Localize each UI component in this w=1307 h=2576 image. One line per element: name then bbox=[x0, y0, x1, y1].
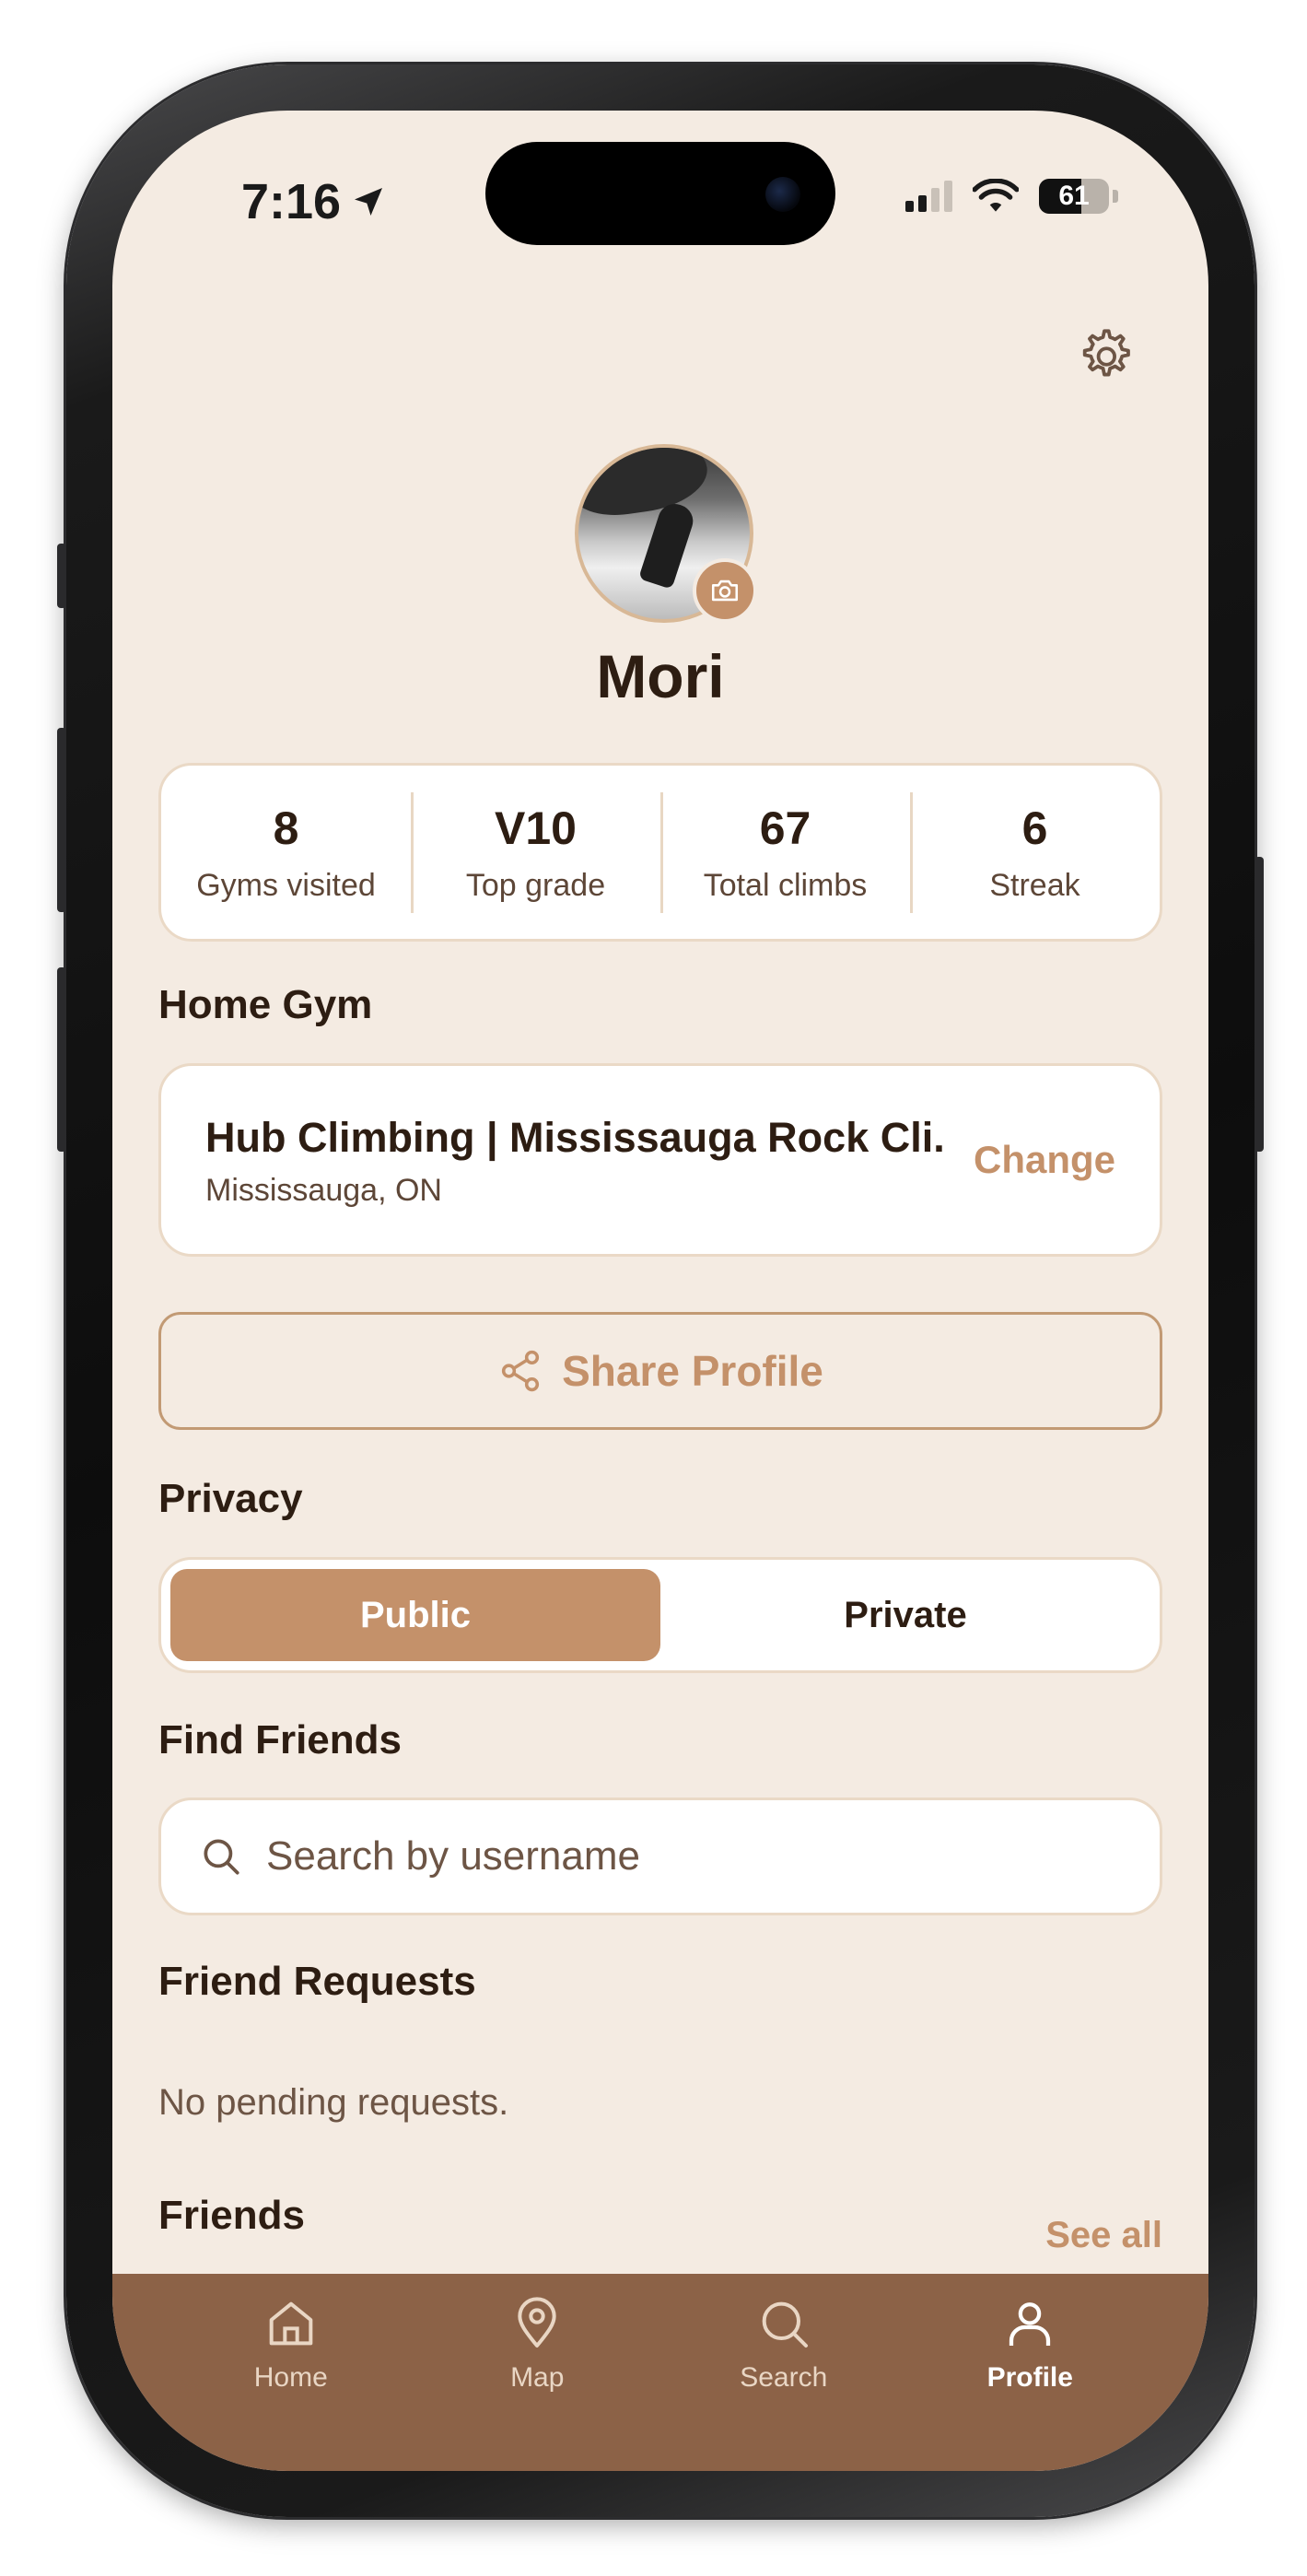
friend-search-input[interactable]: Search by username bbox=[158, 1797, 1162, 1915]
action-button bbox=[57, 544, 66, 608]
profile-username: Mori bbox=[596, 642, 725, 710]
tab-home-label: Home bbox=[253, 2362, 328, 2393]
share-profile-button[interactable]: Share Profile bbox=[158, 1312, 1162, 1430]
stat-label: Streak bbox=[989, 867, 1080, 903]
see-all-friends-link[interactable]: See all bbox=[1045, 2215, 1162, 2256]
stat-label: Top grade bbox=[465, 867, 606, 903]
settings-gear-icon[interactable] bbox=[1072, 324, 1137, 389]
cellular-signal-icon bbox=[905, 181, 952, 212]
volume-down-button bbox=[57, 967, 66, 1152]
location-arrow-icon bbox=[355, 188, 383, 216]
change-photo-button[interactable] bbox=[693, 558, 757, 623]
battery-icon: 61 bbox=[1039, 179, 1109, 214]
search-placeholder: Search by username bbox=[266, 1833, 640, 1879]
friend-requests-heading: Friend Requests bbox=[158, 1959, 476, 2004]
stat-total-climbs: 67 Total climbs bbox=[660, 791, 910, 913]
power-button bbox=[1254, 857, 1264, 1152]
tab-search[interactable]: Search bbox=[660, 2274, 907, 2471]
tab-search-label: Search bbox=[740, 2362, 828, 2393]
home-gym-name: Hub Climbing | Mississauga Rock Cli... bbox=[205, 1114, 942, 1161]
battery-cap bbox=[1113, 190, 1118, 203]
front-camera-icon bbox=[765, 177, 800, 212]
friends-heading: Friends bbox=[158, 2193, 305, 2238]
stat-label: Gyms visited bbox=[196, 867, 376, 903]
home-gym-card: Hub Climbing | Mississauga Rock Cli... M… bbox=[158, 1063, 1162, 1257]
search-icon bbox=[762, 2301, 808, 2348]
tab-profile-label: Profile bbox=[986, 2362, 1073, 2393]
camera-icon bbox=[711, 580, 739, 602]
stat-value: 67 bbox=[759, 802, 811, 854]
privacy-private-option[interactable]: Private bbox=[660, 1569, 1150, 1661]
volume-up-button bbox=[57, 728, 66, 912]
privacy-heading: Privacy bbox=[158, 1476, 303, 1521]
status-indicators: 61 bbox=[905, 179, 1118, 214]
stat-top-grade: V10 Top grade bbox=[411, 791, 660, 913]
battery-level: 61 bbox=[1058, 181, 1090, 211]
privacy-public-option[interactable]: Public bbox=[170, 1569, 660, 1661]
tab-map-label: Map bbox=[510, 2362, 565, 2393]
share-profile-label: Share Profile bbox=[562, 1347, 823, 1395]
tab-home[interactable]: Home bbox=[168, 2274, 414, 2471]
dynamic-island bbox=[485, 142, 835, 245]
change-gym-button[interactable]: Change bbox=[974, 1138, 1115, 1182]
home-icon bbox=[269, 2301, 313, 2346]
stat-gyms-visited: 8 Gyms visited bbox=[161, 802, 411, 904]
stat-value: V10 bbox=[495, 802, 577, 854]
map-pin-icon bbox=[518, 2297, 556, 2348]
stat-value: 6 bbox=[1021, 802, 1048, 854]
bottom-tab-bar: Home Map Search Profile bbox=[112, 2274, 1208, 2471]
home-gym-location: Mississauga, ON bbox=[205, 1173, 442, 1208]
stat-streak: 6 Streak bbox=[910, 791, 1160, 913]
privacy-toggle: Public Private bbox=[158, 1557, 1162, 1673]
tab-map[interactable]: Map bbox=[414, 2274, 661, 2471]
stat-value: 8 bbox=[273, 802, 299, 854]
app-screen: 7:16 61 Mori 8 Gyms visited V10 Top grad… bbox=[112, 111, 1208, 2471]
tab-profile[interactable]: Profile bbox=[907, 2274, 1154, 2471]
status-time: 7:16 bbox=[241, 173, 387, 230]
find-friends-heading: Find Friends bbox=[158, 1717, 402, 1762]
search-icon bbox=[204, 1839, 239, 1875]
wifi-icon bbox=[973, 179, 1019, 212]
friend-requests-empty: No pending requests. bbox=[158, 2082, 509, 2123]
stat-label: Total climbs bbox=[703, 867, 868, 903]
person-icon bbox=[1009, 2302, 1051, 2346]
time-text: 7:16 bbox=[241, 174, 342, 229]
home-gym-heading: Home Gym bbox=[158, 982, 373, 1027]
stats-card: 8 Gyms visited V10 Top grade 67 Total cl… bbox=[158, 763, 1162, 942]
share-icon bbox=[502, 1350, 540, 1392]
